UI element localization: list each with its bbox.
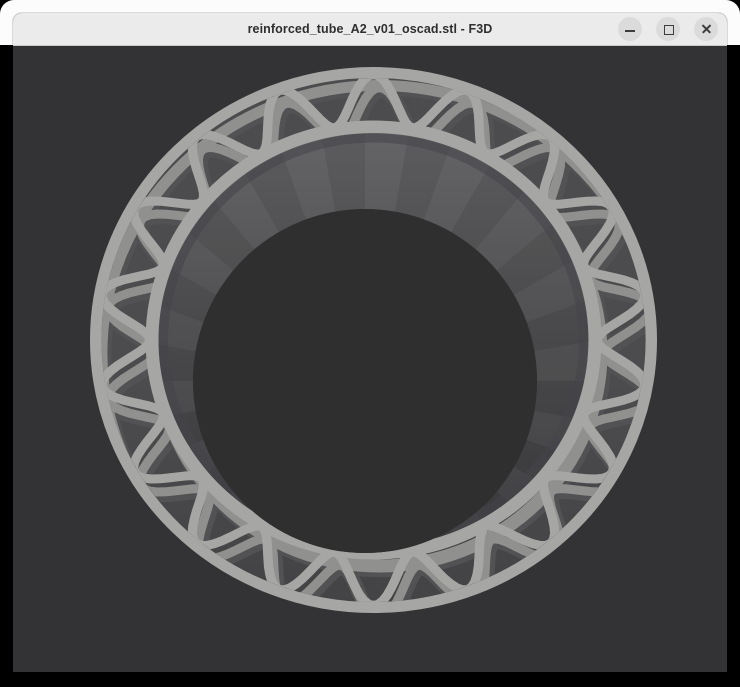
- minimize-icon: [625, 30, 635, 32]
- 3d-viewport[interactable]: [13, 46, 727, 672]
- window-title: reinforced_tube_A2_v01_oscad.stl - F3D: [248, 22, 493, 36]
- stl-model-render: [13, 46, 727, 672]
- maximize-button[interactable]: [656, 17, 680, 41]
- f3d-window: reinforced_tube_A2_v01_oscad.stl - F3D: [13, 13, 727, 672]
- maximize-icon: [664, 25, 674, 35]
- window-controls: [618, 17, 718, 41]
- window-titlebar[interactable]: reinforced_tube_A2_v01_oscad.stl - F3D: [13, 13, 727, 46]
- close-button[interactable]: [694, 17, 718, 41]
- minimize-button[interactable]: [618, 17, 642, 41]
